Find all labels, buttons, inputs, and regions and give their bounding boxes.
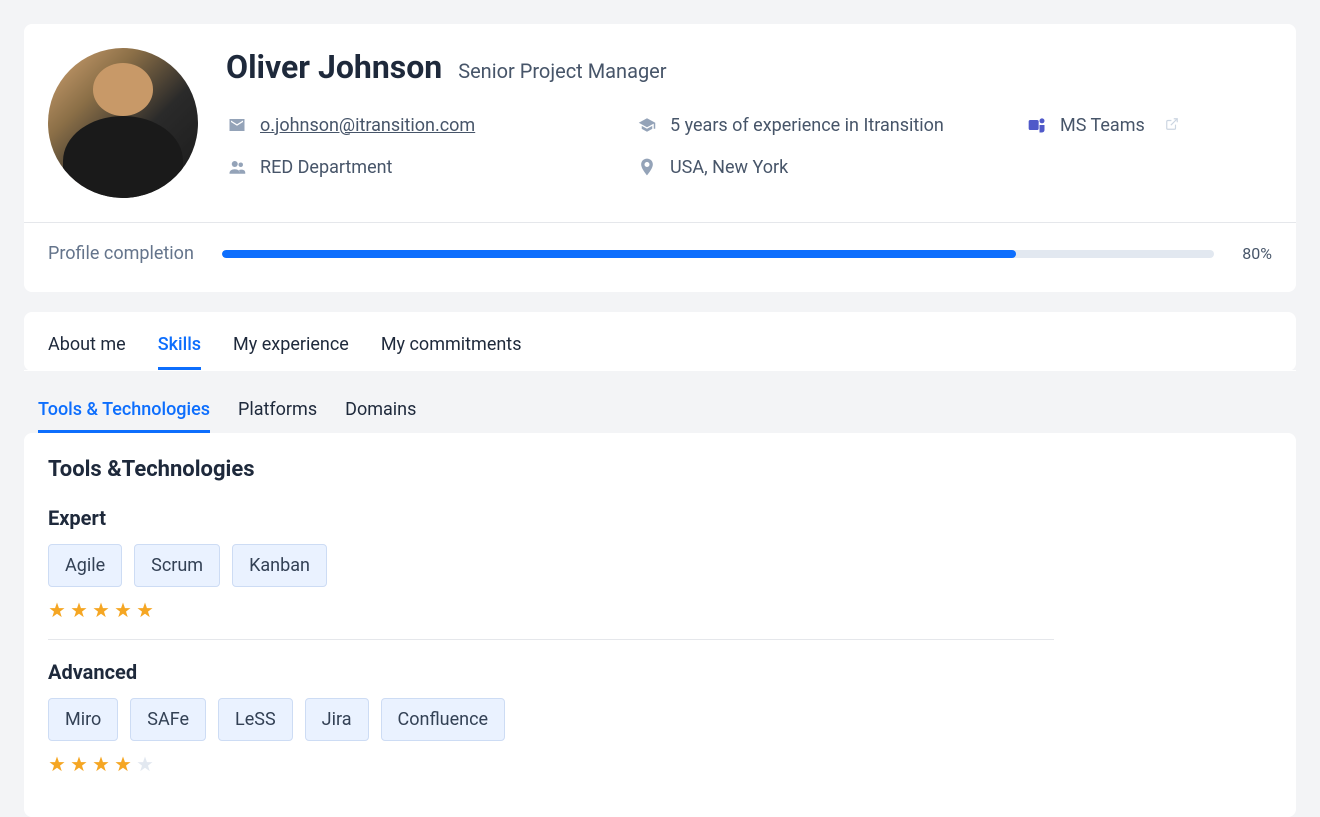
skill-tags-advanced: Miro SAFe LeSS Jira Confluence [48, 698, 1272, 741]
tab-skills[interactable]: Skills [158, 322, 201, 370]
completion-progress-fill [222, 250, 1016, 258]
skill-tag[interactable]: Agile [48, 544, 122, 587]
skill-tag[interactable]: Jira [305, 698, 369, 741]
teams-row: MS Teams [1026, 114, 1272, 136]
subtab-domains[interactable]: Domains [345, 389, 416, 433]
teams-link[interactable]: MS Teams [1060, 115, 1145, 136]
rating-stars-expert [48, 601, 1054, 619]
department-text: RED Department [260, 157, 392, 178]
people-icon [226, 156, 248, 178]
skill-tag[interactable]: Kanban [232, 544, 327, 587]
profile-name: Oliver Johnson [226, 48, 442, 86]
location-pin-icon [636, 156, 658, 178]
department-row: RED Department [226, 156, 606, 178]
skill-level-label: Advanced [48, 660, 1272, 684]
completion-label: Profile completion [48, 243, 194, 264]
subtab-platforms[interactable]: Platforms [238, 389, 317, 433]
tabs-row: About me Skills My experience My commitm… [24, 312, 1296, 371]
completion-progress-track [222, 250, 1214, 258]
profile-header: Oliver Johnson Senior Project Manager o.… [24, 24, 1296, 223]
section-title: Tools &Technologies [48, 457, 1272, 482]
tab-my-experience[interactable]: My experience [233, 322, 349, 370]
skill-tag[interactable]: LeSS [218, 698, 293, 741]
star-icon [48, 755, 66, 773]
star-icon [136, 601, 154, 619]
envelope-icon [226, 114, 248, 136]
star-icon [114, 601, 132, 619]
skill-tag[interactable]: Miro [48, 698, 118, 741]
star-icon [70, 755, 88, 773]
profile-role: Senior Project Manager [458, 59, 666, 83]
external-link-icon [1165, 115, 1179, 136]
subtab-tools-technologies[interactable]: Tools & Technologies [38, 389, 210, 433]
email-link[interactable]: o.johnson@itransition.com [260, 115, 475, 136]
profile-card: Oliver Johnson Senior Project Manager o.… [24, 24, 1296, 292]
subtabs-row: Tools & Technologies Platforms Domains [24, 371, 1296, 433]
experience-row: 5 years of experience in Itransition [636, 114, 996, 136]
teams-icon [1026, 114, 1048, 136]
star-icon-empty [136, 755, 154, 773]
skill-tag[interactable]: Scrum [134, 544, 220, 587]
profile-completion: Profile completion 80% [24, 223, 1296, 292]
email-row: o.johnson@itransition.com [226, 114, 606, 136]
star-icon [48, 601, 66, 619]
skill-tag[interactable]: SAFe [130, 698, 206, 741]
completion-percent: 80% [1242, 244, 1272, 263]
skill-group-advanced: Advanced Miro SAFe LeSS Jira Confluence [48, 660, 1272, 793]
location-text: USA, New York [670, 157, 788, 178]
skill-group-expert: Expert Agile Scrum Kanban [48, 506, 1054, 640]
star-icon [92, 755, 110, 773]
tabs-card: About me Skills My experience My commitm… [24, 312, 1296, 371]
star-icon [114, 755, 132, 773]
skill-tags-expert: Agile Scrum Kanban [48, 544, 1054, 587]
skill-level-label: Expert [48, 506, 1054, 530]
skill-tag[interactable]: Confluence [381, 698, 506, 741]
star-icon [70, 601, 88, 619]
rating-stars-advanced [48, 755, 1272, 773]
profile-info: Oliver Johnson Senior Project Manager o.… [226, 48, 1272, 198]
avatar[interactable] [48, 48, 198, 198]
tab-about-me[interactable]: About me [48, 322, 126, 370]
tab-my-commitments[interactable]: My commitments [381, 322, 522, 370]
experience-text: 5 years of experience in Itransition [670, 115, 944, 136]
star-icon [92, 601, 110, 619]
graduation-cap-icon [636, 114, 658, 136]
skills-content: Tools &Technologies Expert Agile Scrum K… [24, 433, 1296, 817]
location-row: USA, New York [636, 156, 996, 178]
